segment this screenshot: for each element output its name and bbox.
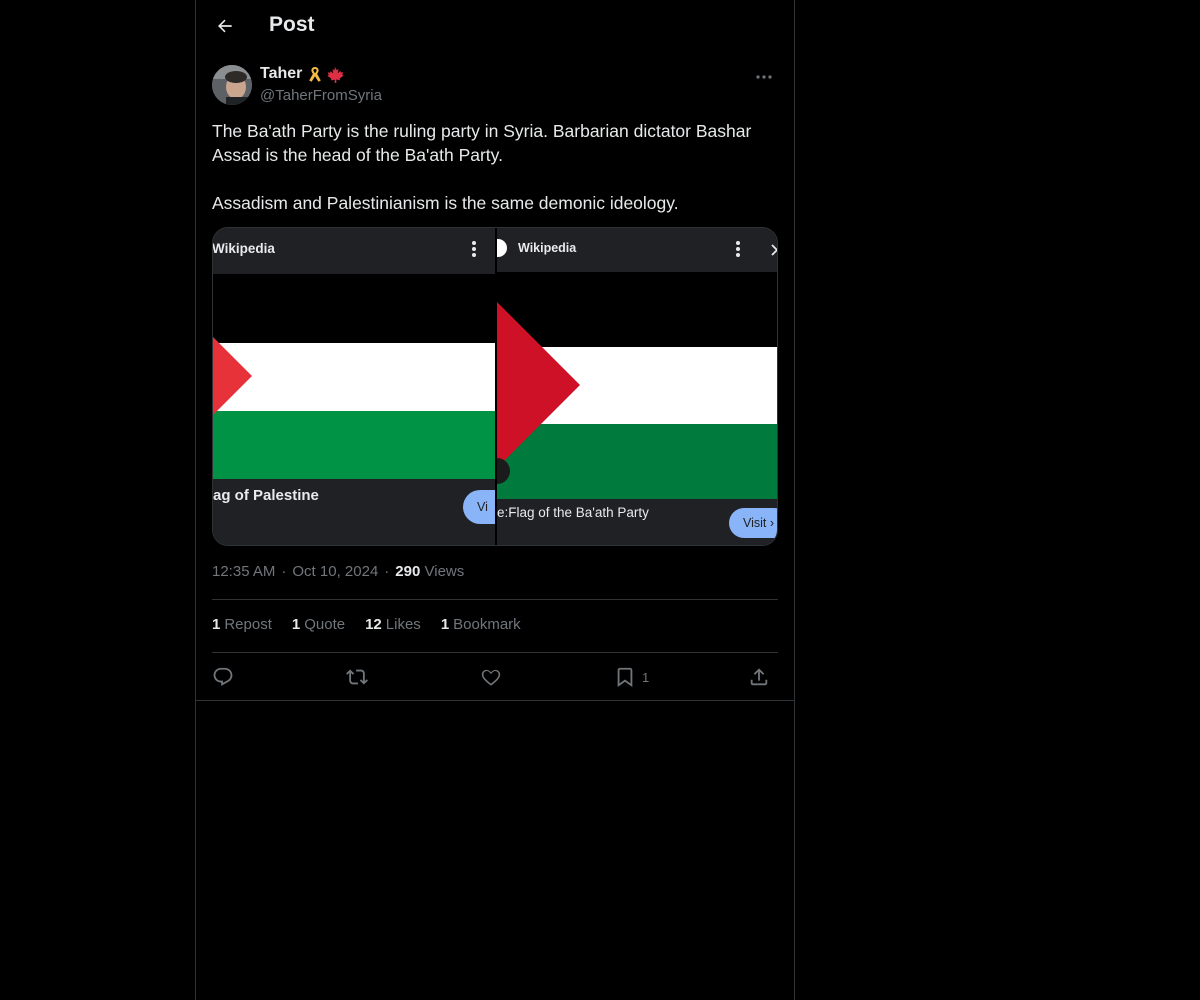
ribbon-icon: [309, 66, 322, 82]
flag-baath-party: [497, 272, 777, 500]
kebab-icon: [472, 241, 476, 259]
bookmark-icon: [617, 667, 633, 688]
site-favicon-icon: [497, 239, 507, 257]
caption-area: ag of Palestine Vi: [213, 479, 495, 545]
heart-icon: [481, 669, 501, 686]
kebab-icon: [736, 241, 740, 259]
stat-quotes[interactable]: 1 Quote: [292, 616, 345, 633]
repost-button[interactable]: [346, 662, 368, 692]
meta-separator: ·: [281, 563, 287, 580]
action-bar: 1: [212, 662, 778, 692]
reply-button[interactable]: [212, 662, 234, 692]
source-label: Wikipedia: [213, 241, 275, 256]
avatar[interactable]: [212, 65, 252, 105]
caption-area: e:Flag of the Ba'ath Party Visit ›: [497, 499, 777, 545]
browser-bar: Wikipedia: [497, 228, 777, 272]
back-button[interactable]: [208, 9, 242, 43]
post-date[interactable]: Oct 10, 2024: [292, 563, 378, 580]
author-name[interactable]: Taher: [260, 65, 344, 83]
like-button[interactable]: [480, 662, 502, 692]
more-options-button[interactable]: [750, 66, 778, 88]
stat-reposts[interactable]: 1 Repost: [212, 616, 272, 633]
maple-leaf-icon: [327, 66, 344, 83]
page-title: Post: [269, 13, 315, 36]
media-image-left[interactable]: Wikipedia ag of Palestine Vi: [213, 228, 495, 545]
repost-icon: [346, 669, 368, 685]
avatar-image: [212, 65, 252, 105]
share-button[interactable]: [748, 662, 770, 692]
post-author: Taher @TaherFromSyria: [212, 64, 778, 108]
bookmark-button[interactable]: 1: [614, 662, 649, 692]
source-label: Wikipedia: [518, 241, 577, 255]
visit-button[interactable]: Vi: [463, 490, 495, 524]
share-icon: [750, 668, 768, 686]
post-meta: 12:35 AM · Oct 10, 2024 · 290 Views: [212, 563, 464, 580]
arrow-left-icon: [218, 19, 232, 33]
browser-bar: Wikipedia: [213, 228, 495, 274]
visit-button[interactable]: Visit ›: [729, 508, 777, 538]
stat-likes[interactable]: 12 Likes: [365, 616, 421, 633]
main-column: Post Taher @TaherFromSyria The Ba'ath Pa…: [195, 0, 795, 1000]
media-image-right[interactable]: Wikipedia e:Flag of the Ba'ath Party Vis…: [497, 228, 777, 545]
divider: [212, 599, 778, 600]
more-horizontal-icon: [756, 75, 772, 79]
post-text: The Ba'ath Party is the ruling party in …: [212, 121, 752, 213]
post-stats: 1 Repost 1 Quote 12 Likes 1 Bookmark: [212, 616, 521, 633]
reply-icon: [213, 667, 233, 686]
result-caption: ag of Palestine: [213, 487, 319, 504]
views[interactable]: 290 Views: [395, 563, 464, 580]
stat-bookmarks[interactable]: 1 Bookmark: [441, 616, 521, 633]
page-header: Post: [196, 0, 794, 53]
post-media[interactable]: Wikipedia ag of Palestine Vi Wikipedia e…: [212, 227, 778, 546]
meta-separator: ·: [384, 563, 390, 580]
chevron-right-icon: [771, 244, 777, 256]
divider: [196, 700, 794, 701]
views-count: 290: [395, 563, 421, 580]
flag-palestine: [213, 274, 495, 481]
divider: [212, 652, 778, 653]
result-caption: e:Flag of the Ba'ath Party: [497, 505, 649, 520]
author-handle[interactable]: @TaherFromSyria: [260, 87, 382, 104]
bookmark-count: 1: [642, 669, 650, 685]
post-time[interactable]: 12:35 AM: [212, 563, 275, 580]
views-label: Views: [424, 563, 465, 580]
